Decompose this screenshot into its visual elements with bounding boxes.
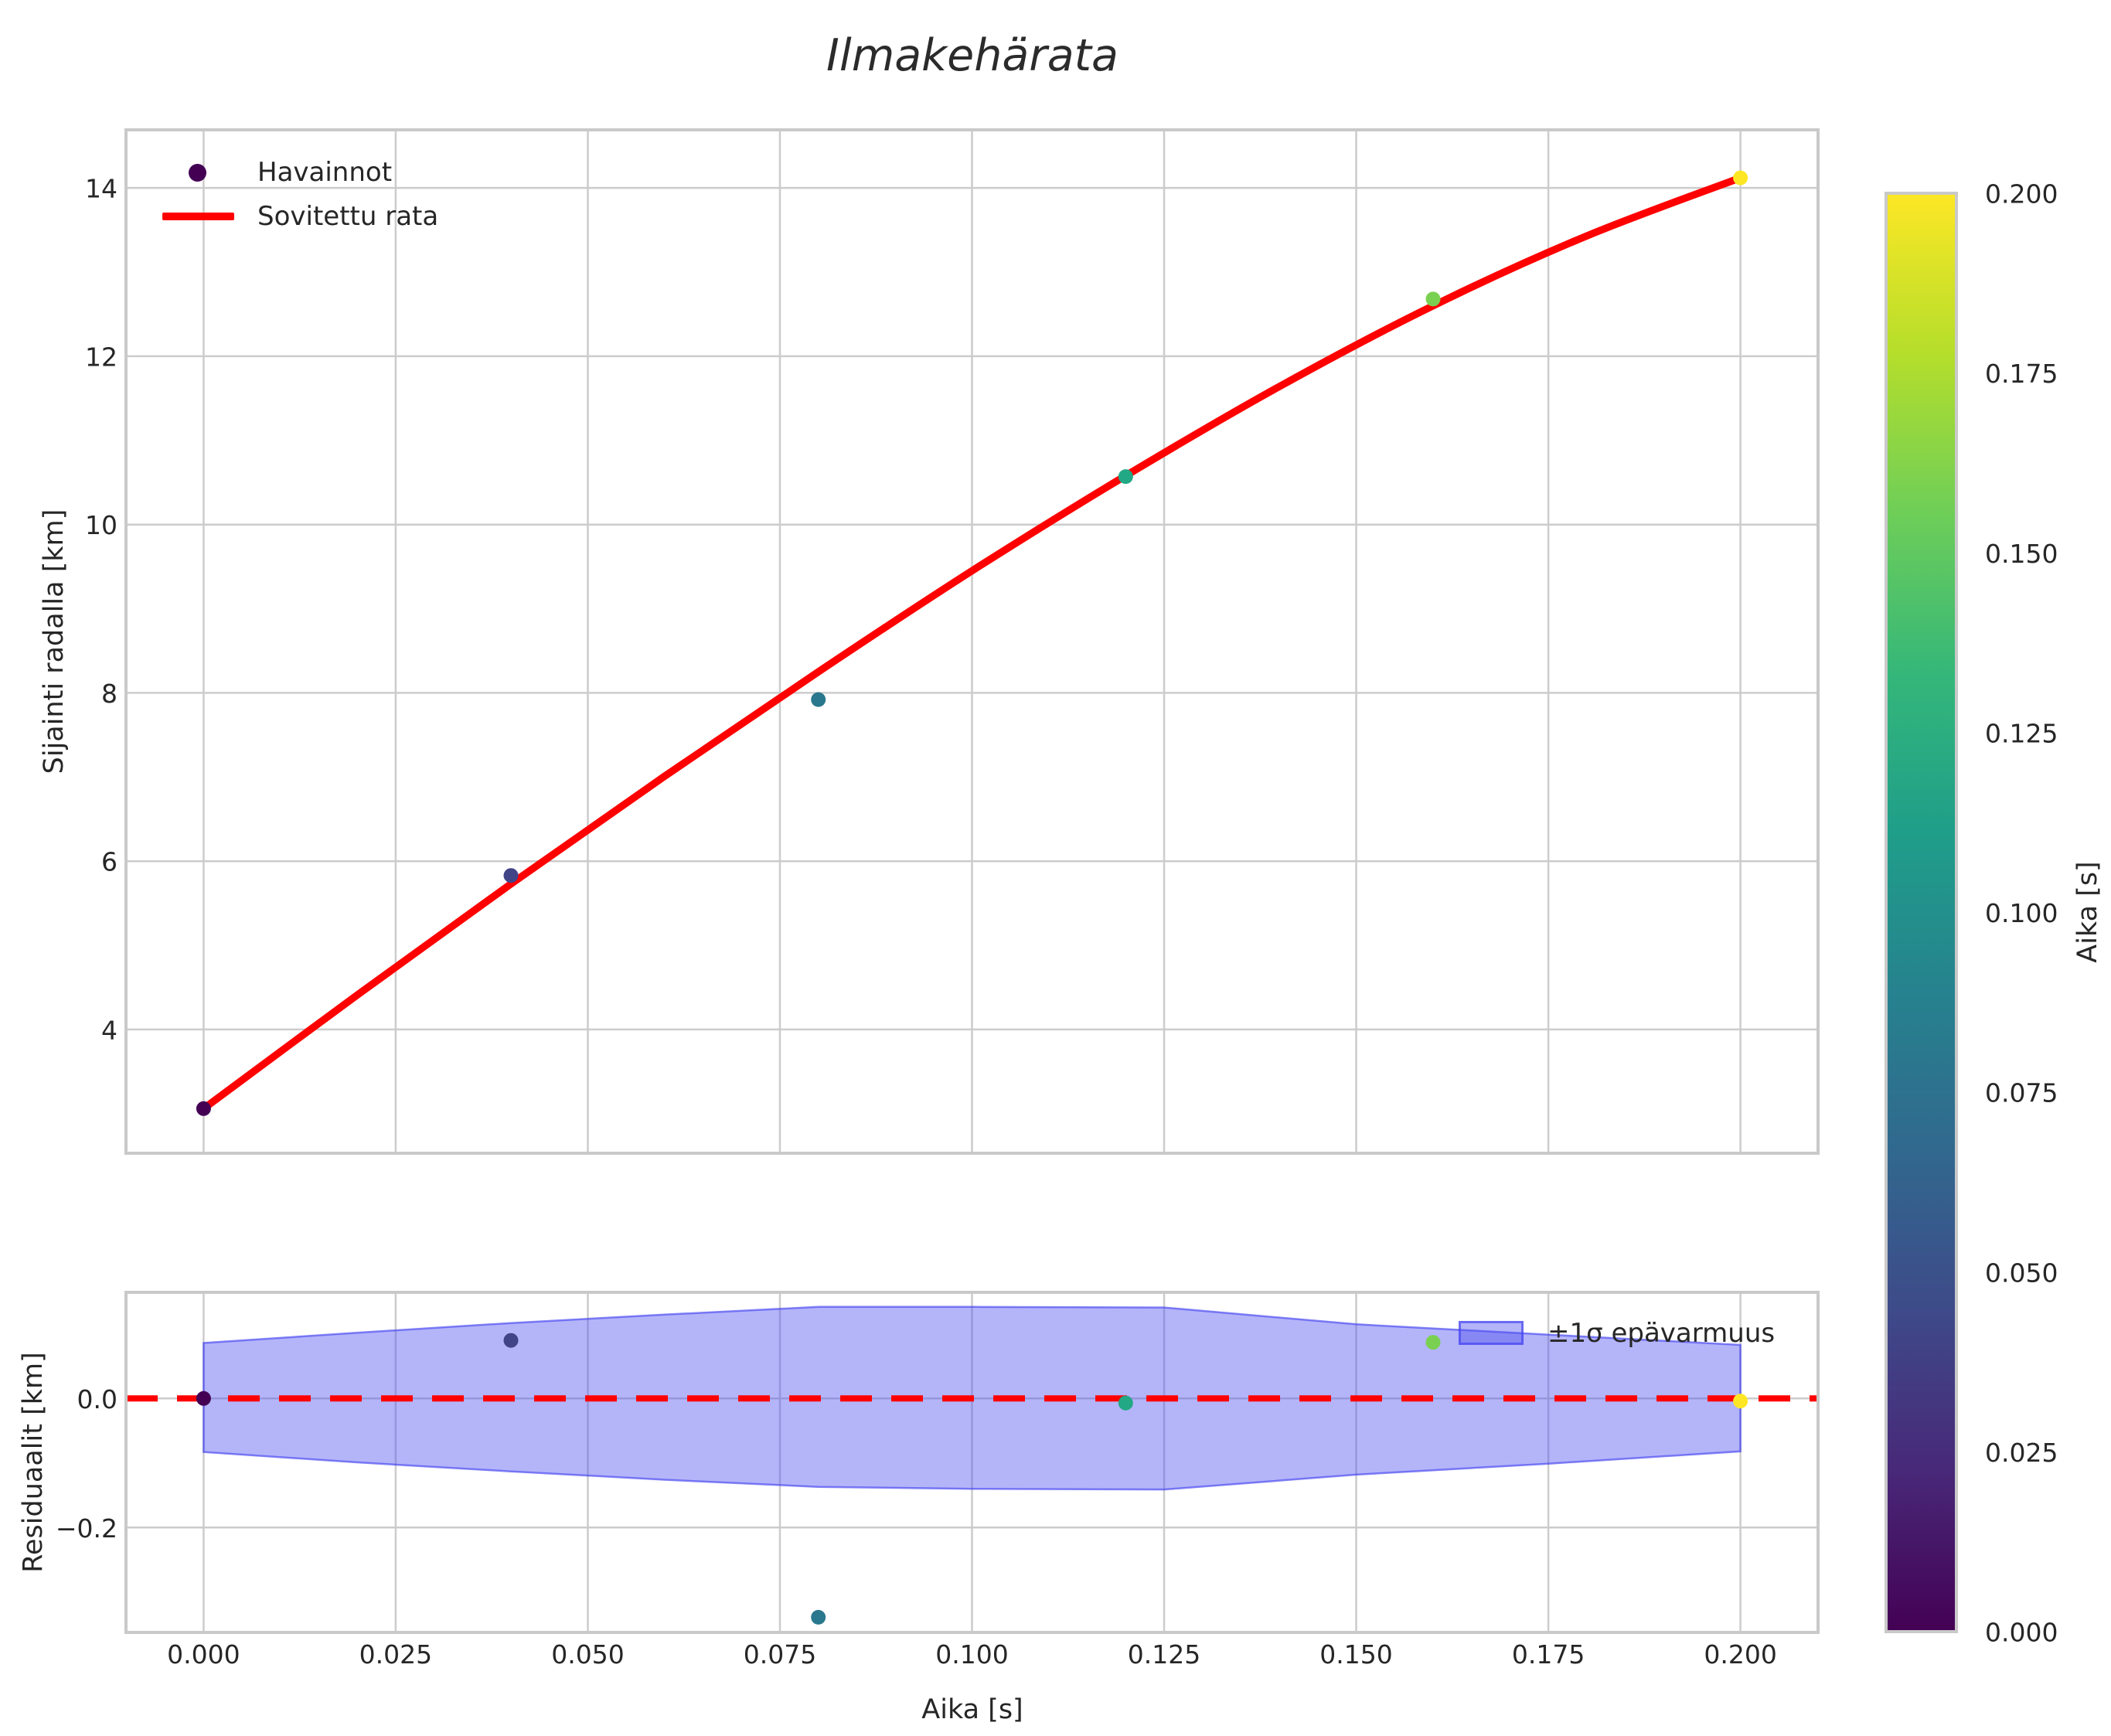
residual-point bbox=[503, 1333, 519, 1348]
observation-point bbox=[503, 868, 519, 883]
colorbar-tick-label: 0.000 bbox=[1985, 1618, 2058, 1648]
x-tick-label: 0.175 bbox=[1512, 1639, 1585, 1670]
legend-band-swatch-icon bbox=[1459, 1321, 1524, 1345]
residual-point bbox=[811, 1609, 826, 1625]
resid-y-tick-label: 0.0 bbox=[77, 1384, 117, 1414]
observation-point bbox=[1118, 469, 1133, 485]
observation-point bbox=[1425, 291, 1441, 307]
colorbar-tick-label: 0.075 bbox=[1985, 1078, 2058, 1108]
residual-point bbox=[1425, 1335, 1441, 1350]
x-tick-label: 0.150 bbox=[1319, 1639, 1392, 1670]
colorbar-label: Aika [s] bbox=[2072, 861, 2103, 963]
observation-point bbox=[196, 1101, 211, 1116]
x-tick-label: 0.125 bbox=[1128, 1639, 1200, 1670]
x-tick-label: 0.050 bbox=[551, 1639, 624, 1670]
x-tick-label: 0.000 bbox=[167, 1639, 240, 1670]
main-y-tick-label: 14 bbox=[85, 174, 117, 204]
main-y-tick-label: 4 bbox=[101, 1015, 117, 1045]
legend-entry-sovitettu-rata: Sovitettu rata bbox=[257, 201, 439, 232]
colorbar-tick-label: 0.150 bbox=[1985, 539, 2058, 569]
main-y-axis-label: Sijainti radalla [km] bbox=[39, 509, 70, 774]
main-y-tick-label: 8 bbox=[101, 679, 117, 709]
main-y-tick-label: 6 bbox=[101, 847, 117, 877]
main-y-tick-label: 12 bbox=[85, 342, 117, 372]
residual-point bbox=[1118, 1395, 1133, 1411]
residual-point bbox=[196, 1391, 211, 1406]
x-tick-label: 0.200 bbox=[1704, 1639, 1776, 1670]
residual-y-axis-label: Residuaalit [km] bbox=[18, 1352, 49, 1573]
x-axis-label: Aika [s] bbox=[921, 1694, 1023, 1725]
colorbar-tick-label: 0.100 bbox=[1985, 898, 2058, 928]
residual-point bbox=[1733, 1394, 1748, 1409]
observation-point bbox=[811, 692, 826, 707]
plot-canvas: 4 6 8 10 12 14 0.0 −0.2 0.000 0.025 0.050 0.075 0.10… bbox=[56, 128, 2058, 1670]
x-tick-label: 0.075 bbox=[744, 1639, 816, 1670]
colorbar-tick-label: 0.175 bbox=[1985, 359, 2058, 389]
main-y-tick-label: 10 bbox=[85, 510, 117, 540]
colorbar-tick-label: 0.125 bbox=[1985, 718, 2058, 748]
colorbar-tick-label: 0.025 bbox=[1985, 1438, 2058, 1468]
chart-title: Ilmakehärata bbox=[826, 30, 1118, 81]
legend-entry-uncertainty: ±1σ epävarmuus bbox=[1547, 1318, 1776, 1349]
x-tick-label: 0.100 bbox=[935, 1639, 1008, 1670]
legend-entry-havainnot: Havainnot bbox=[257, 157, 393, 188]
observation-point bbox=[1733, 170, 1748, 186]
colorbar-tick-label: 0.050 bbox=[1985, 1258, 2058, 1288]
figure: 4 6 8 10 12 14 0.0 −0.2 0.000 0.025 0.050 0.075 0.10… bbox=[0, 0, 2111, 1736]
x-tick-label: 0.025 bbox=[359, 1639, 432, 1670]
colorbar bbox=[1885, 192, 1958, 1633]
resid-y-tick-label: −0.2 bbox=[56, 1513, 117, 1544]
colorbar-tick-label: 0.200 bbox=[1985, 179, 2058, 209]
legend-line-icon bbox=[162, 213, 234, 220]
legend-marker-icon bbox=[189, 164, 206, 182]
